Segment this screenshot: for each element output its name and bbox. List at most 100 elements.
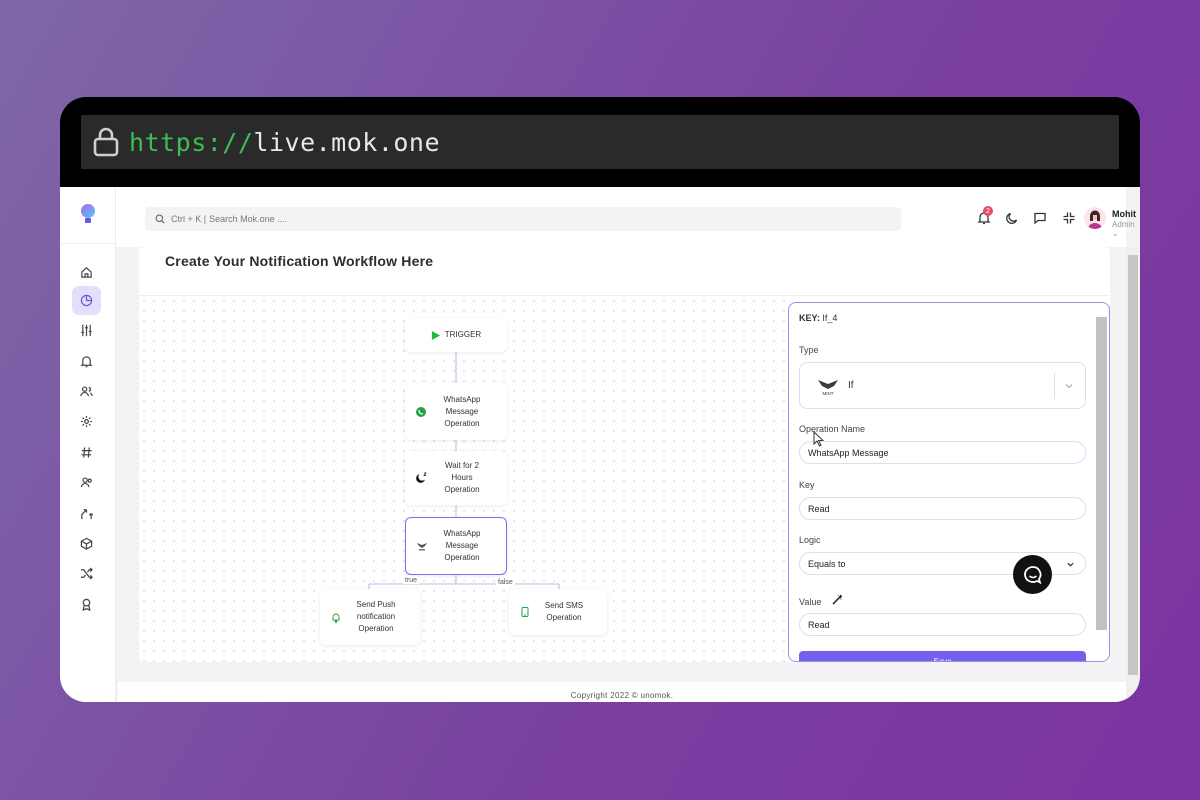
- sms-icon: [521, 607, 529, 617]
- sidebar-item-settings[interactable]: [72, 407, 101, 436]
- user-name: Mohit: [1112, 209, 1136, 219]
- footer-copyright: Copyright 2022 © unomok.: [118, 682, 1126, 702]
- sidebar: [60, 187, 116, 702]
- search-placeholder: Search Mok.one ....: [209, 214, 288, 224]
- value-field[interactable]: Read: [799, 613, 1086, 636]
- pencil-icon[interactable]: [831, 594, 843, 606]
- sidebar-item-users[interactable]: [72, 377, 101, 406]
- save-button[interactable]: Save: [799, 651, 1086, 661]
- sidebar-item-products[interactable]: [72, 529, 101, 558]
- sidebar-item-routing[interactable]: [72, 499, 101, 528]
- chat-widget-button[interactable]: [1013, 555, 1052, 594]
- sidebar-item-shuffle[interactable]: [72, 559, 101, 588]
- node-key: KEY: If_4: [799, 313, 837, 323]
- minimize-icon[interactable]: [1062, 211, 1076, 225]
- contacts-icon: [80, 477, 92, 488]
- node-label: Send SMS Operation: [544, 601, 584, 622]
- node-label: Send Push notification Operation: [356, 600, 396, 633]
- workflow-canvas[interactable]: TRIGGER WhatsApp Message Operation Wait …: [139, 296, 789, 662]
- mint-logo-icon: MINT: [818, 379, 838, 396]
- search-icon: [155, 214, 165, 224]
- lock-icon: [93, 127, 119, 157]
- sidebar-item-contacts[interactable]: [72, 468, 101, 497]
- key-field-value: Read: [808, 503, 830, 514]
- moon-icon[interactable]: [1005, 211, 1019, 225]
- whatsapp-operation-node[interactable]: WhatsApp Message Operation: [405, 383, 507, 440]
- node-label: WhatsApp Message Operation: [443, 394, 481, 428]
- sidebar-divider: [60, 243, 116, 244]
- app-screen: Ctrl + K | Search Mok.one .... 2 Mohit A…: [60, 187, 1140, 702]
- type-value: If: [848, 380, 854, 391]
- type-label: Type: [799, 345, 819, 355]
- sidebar-item-dashboard[interactable]: [72, 286, 101, 315]
- user-avatar-icon: [1088, 210, 1102, 229]
- chat-icon[interactable]: [1033, 211, 1047, 225]
- if-operation-node[interactable]: WhatsApp Message Operation: [405, 517, 507, 575]
- trigger-label: TRIGGER: [444, 330, 482, 339]
- search-input[interactable]: Ctrl + K | Search Mok.one ....: [145, 207, 901, 231]
- sms-operation-node[interactable]: Send SMS Operation: [509, 589, 607, 635]
- page-scrollbar-thumb[interactable]: [1128, 255, 1138, 675]
- moon-clock-icon: [416, 472, 427, 483]
- whatsapp-icon: [416, 406, 426, 417]
- hash-icon: [81, 447, 92, 458]
- search-shortcut-hint: Ctrl + K |: [171, 214, 207, 224]
- pie-chart-icon: [80, 294, 93, 307]
- url-scheme: https://: [129, 127, 254, 157]
- chevron-down-icon: ⌄: [1112, 229, 1119, 238]
- node-key-value: If_4: [822, 313, 838, 323]
- cube-icon: [80, 537, 93, 550]
- user-role-dropdown[interactable]: Admin ⌄: [1112, 220, 1135, 238]
- play-icon: [431, 330, 440, 340]
- push-notification-icon: [332, 613, 340, 623]
- trigger-node[interactable]: TRIGGER: [405, 318, 507, 352]
- select-divider: [1054, 373, 1055, 399]
- type-select[interactable]: MINT If: [799, 362, 1086, 409]
- sidebar-item-settings-sliders[interactable]: [72, 316, 101, 345]
- operation-name-field[interactable]: WhatsApp Message: [799, 441, 1086, 464]
- sidebar-item-channels[interactable]: [72, 438, 101, 467]
- user-role: Admin: [1112, 220, 1135, 229]
- key-field[interactable]: Read: [799, 497, 1086, 520]
- bell-icon: [80, 356, 93, 368]
- browser-frame: https://live.mok.one Ctrl + K | Search M…: [60, 97, 1140, 702]
- chevron-down-icon: [1067, 562, 1074, 567]
- panel-scrollbar[interactable]: [1096, 317, 1107, 630]
- node-config-panel: KEY: If_4 Type MINT If Operation Name Wh…: [788, 302, 1110, 662]
- value-field-value: Read: [808, 619, 830, 630]
- push-operation-node[interactable]: Send Push notification Operation: [320, 589, 420, 645]
- mouse-cursor-icon: [813, 431, 825, 447]
- node-key-label: KEY:: [799, 313, 820, 323]
- sidebar-item-awards[interactable]: [72, 590, 101, 619]
- mint-logo-icon: [417, 543, 427, 551]
- award-icon: [82, 598, 91, 611]
- avatar[interactable]: [1084, 207, 1106, 229]
- edge-label-true: true: [403, 577, 420, 584]
- chevron-down-icon: [1065, 384, 1073, 389]
- sidebar-item-home[interactable]: [72, 258, 101, 287]
- node-label: WhatsApp Message Operation: [443, 529, 481, 562]
- shuffle-icon: [80, 567, 93, 580]
- mint-logo-text: MINT: [823, 391, 834, 396]
- split-arrows-icon: [81, 509, 93, 520]
- logic-label: Logic: [799, 535, 821, 545]
- home-icon: [81, 267, 92, 278]
- value-label: Value: [799, 597, 822, 607]
- edge-label-false: false: [496, 579, 515, 586]
- node-label: Wait for 2 Hours Operation: [444, 461, 480, 494]
- page-title: Create Your Notification Workflow Here: [165, 253, 434, 269]
- chat-bubble-icon: [1023, 565, 1041, 584]
- users-icon: [80, 386, 93, 397]
- url-text: https://live.mok.one: [129, 128, 440, 157]
- logo-icon: [81, 204, 95, 223]
- gear-icon: [80, 415, 93, 428]
- top-bar: Ctrl + K | Search Mok.one .... 2 Mohit A…: [116, 187, 1136, 247]
- sidebar-item-notifications[interactable]: [72, 347, 101, 376]
- logic-value: Equals to: [808, 558, 846, 569]
- wait-operation-node[interactable]: Wait for 2 Hours Operation: [405, 451, 507, 505]
- address-bar[interactable]: https://live.mok.one: [81, 115, 1119, 169]
- operation-name-label: Operation Name: [799, 424, 866, 434]
- sliders-icon: [81, 324, 92, 337]
- notification-badge: 2: [983, 206, 993, 216]
- key-label: Key: [799, 480, 815, 490]
